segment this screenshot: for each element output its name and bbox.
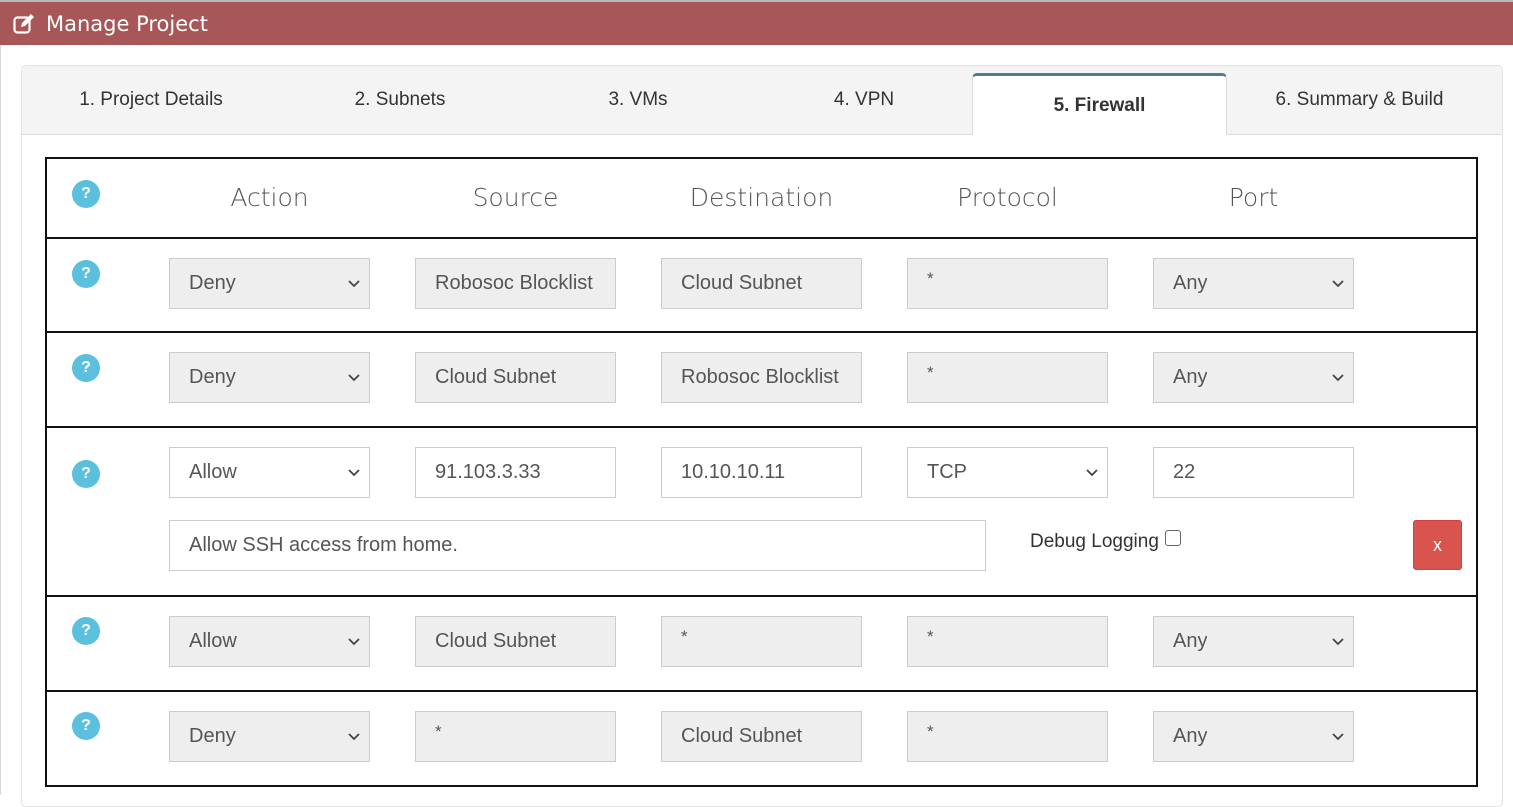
protocol-value: TCP	[927, 461, 967, 483]
column-header-action: Action	[230, 183, 309, 212]
destination-value: Robosoc Blocklist	[681, 366, 839, 388]
chevron-down-icon	[1332, 638, 1344, 646]
firewall-rules-table: ? Action Source Destination Protocol Por…	[45, 157, 1478, 787]
rule-row: ? Deny * Cloud Subnet * Any	[47, 692, 1476, 787]
protocol-field: *	[907, 258, 1108, 309]
debug-logging: Debug Logging	[1030, 530, 1181, 553]
column-header-source: Source	[472, 183, 559, 212]
source-field: *	[415, 711, 616, 762]
destination-field: Cloud Subnet	[661, 258, 862, 309]
debug-logging-checkbox[interactable]	[1164, 530, 1181, 546]
action-value: Deny	[189, 366, 236, 388]
destination-input[interactable]: 10.10.10.11	[661, 447, 862, 498]
port-value: Any	[1173, 630, 1208, 652]
action-select[interactable]: Deny	[169, 711, 370, 762]
destination-value: 10.10.10.11	[681, 461, 786, 483]
destination-field: Cloud Subnet	[661, 711, 862, 762]
destination-value: Cloud Subnet	[681, 725, 803, 747]
debug-logging-label: Debug Logging	[1030, 531, 1159, 552]
source-value: 91.103.3.33	[435, 461, 541, 483]
chevron-down-icon	[348, 469, 360, 477]
chevron-down-icon	[348, 733, 360, 741]
comment-value: Allow SSH access from home.	[189, 534, 458, 556]
destination-value: Cloud Subnet	[681, 272, 803, 294]
table-header-row: ? Action Source Destination Protocol Por…	[47, 159, 1476, 239]
rule-row: ? Allow Cloud Subnet * * Any	[47, 597, 1476, 692]
port-select[interactable]: Any	[1153, 616, 1354, 667]
left-border	[0, 45, 1, 795]
port-select[interactable]: Any	[1153, 352, 1354, 403]
page-title: Manage Project	[46, 11, 208, 36]
tab-vms[interactable]: 3. VMs	[520, 66, 756, 134]
help-icon[interactable]: ?	[72, 260, 100, 288]
protocol-value: *	[927, 269, 934, 288]
help-icon[interactable]: ?	[72, 617, 100, 645]
source-value: Cloud Subnet	[435, 366, 557, 388]
chevron-down-icon	[1332, 733, 1344, 741]
source-value: Cloud Subnet	[435, 630, 557, 652]
port-value: Any	[1173, 272, 1208, 294]
action-value: Allow	[189, 630, 237, 652]
destination-field: Robosoc Blocklist	[661, 352, 862, 403]
protocol-value: *	[927, 363, 934, 382]
port-select[interactable]: Any	[1153, 258, 1354, 309]
project-panel: 1. Project Details 2. Subnets 3. VMs 4. …	[21, 65, 1503, 807]
source-field: Cloud Subnet	[415, 616, 616, 667]
protocol-value: *	[927, 722, 934, 741]
tab-firewall[interactable]: 5. Firewall	[972, 73, 1227, 135]
source-input[interactable]: 91.103.3.33	[415, 447, 616, 498]
column-header-protocol: Protocol	[957, 183, 1058, 212]
source-value: *	[435, 722, 442, 741]
chevron-down-icon	[348, 280, 360, 288]
source-value: Robosoc Blocklist	[435, 272, 593, 294]
action-select[interactable]: Deny	[169, 352, 370, 403]
action-select[interactable]: Allow	[169, 616, 370, 667]
protocol-field: *	[907, 711, 1108, 762]
port-value: Any	[1173, 366, 1208, 388]
help-icon[interactable]: ?	[72, 354, 100, 382]
port-value: 22	[1173, 461, 1196, 483]
protocol-field: *	[907, 352, 1108, 403]
chevron-down-icon	[348, 374, 360, 382]
tab-subnets[interactable]: 2. Subnets	[280, 66, 520, 134]
rule-row: ? Deny Robosoc Blocklist Cloud Subnet * …	[47, 239, 1476, 333]
protocol-value: *	[927, 627, 934, 646]
chevron-down-icon	[348, 638, 360, 646]
protocol-field: *	[907, 616, 1108, 667]
comment-input[interactable]: Allow SSH access from home.	[169, 520, 986, 571]
chevron-down-icon	[1332, 374, 1344, 382]
destination-value: *	[681, 627, 688, 646]
port-value: Any	[1173, 725, 1208, 747]
chevron-down-icon	[1332, 280, 1344, 288]
column-header-destination: Destination	[689, 183, 834, 212]
rule-row-editable: ? Allow 91.103.3.33 10.10.10.11 TCP 22 A…	[47, 428, 1476, 597]
edit-icon	[12, 12, 36, 36]
action-value: Allow	[189, 461, 237, 483]
help-icon[interactable]: ?	[72, 180, 100, 208]
tab-project-details[interactable]: 1. Project Details	[22, 66, 280, 134]
action-value: Deny	[189, 272, 236, 294]
help-icon[interactable]: ?	[72, 712, 100, 740]
tab-vpn[interactable]: 4. VPN	[756, 66, 972, 134]
source-field: Robosoc Blocklist	[415, 258, 616, 309]
port-input[interactable]: 22	[1153, 447, 1354, 498]
chevron-down-icon	[1086, 469, 1098, 477]
page-header: Manage Project	[0, 2, 1513, 45]
protocol-select[interactable]: TCP	[907, 447, 1108, 498]
rule-row: ? Deny Cloud Subnet Robosoc Blocklist * …	[47, 333, 1476, 428]
column-header-port: Port	[1228, 183, 1279, 212]
source-field: Cloud Subnet	[415, 352, 616, 403]
delete-rule-button[interactable]: x	[1413, 520, 1462, 570]
help-icon[interactable]: ?	[72, 460, 100, 488]
port-select[interactable]: Any	[1153, 711, 1354, 762]
action-select[interactable]: Deny	[169, 258, 370, 309]
wizard-tabs: 1. Project Details 2. Subnets 3. VMs 4. …	[22, 66, 1502, 135]
action-select[interactable]: Allow	[169, 447, 370, 498]
action-value: Deny	[189, 725, 236, 747]
destination-field: *	[661, 616, 862, 667]
tab-summary-build[interactable]: 6. Summary & Build	[1227, 66, 1492, 134]
